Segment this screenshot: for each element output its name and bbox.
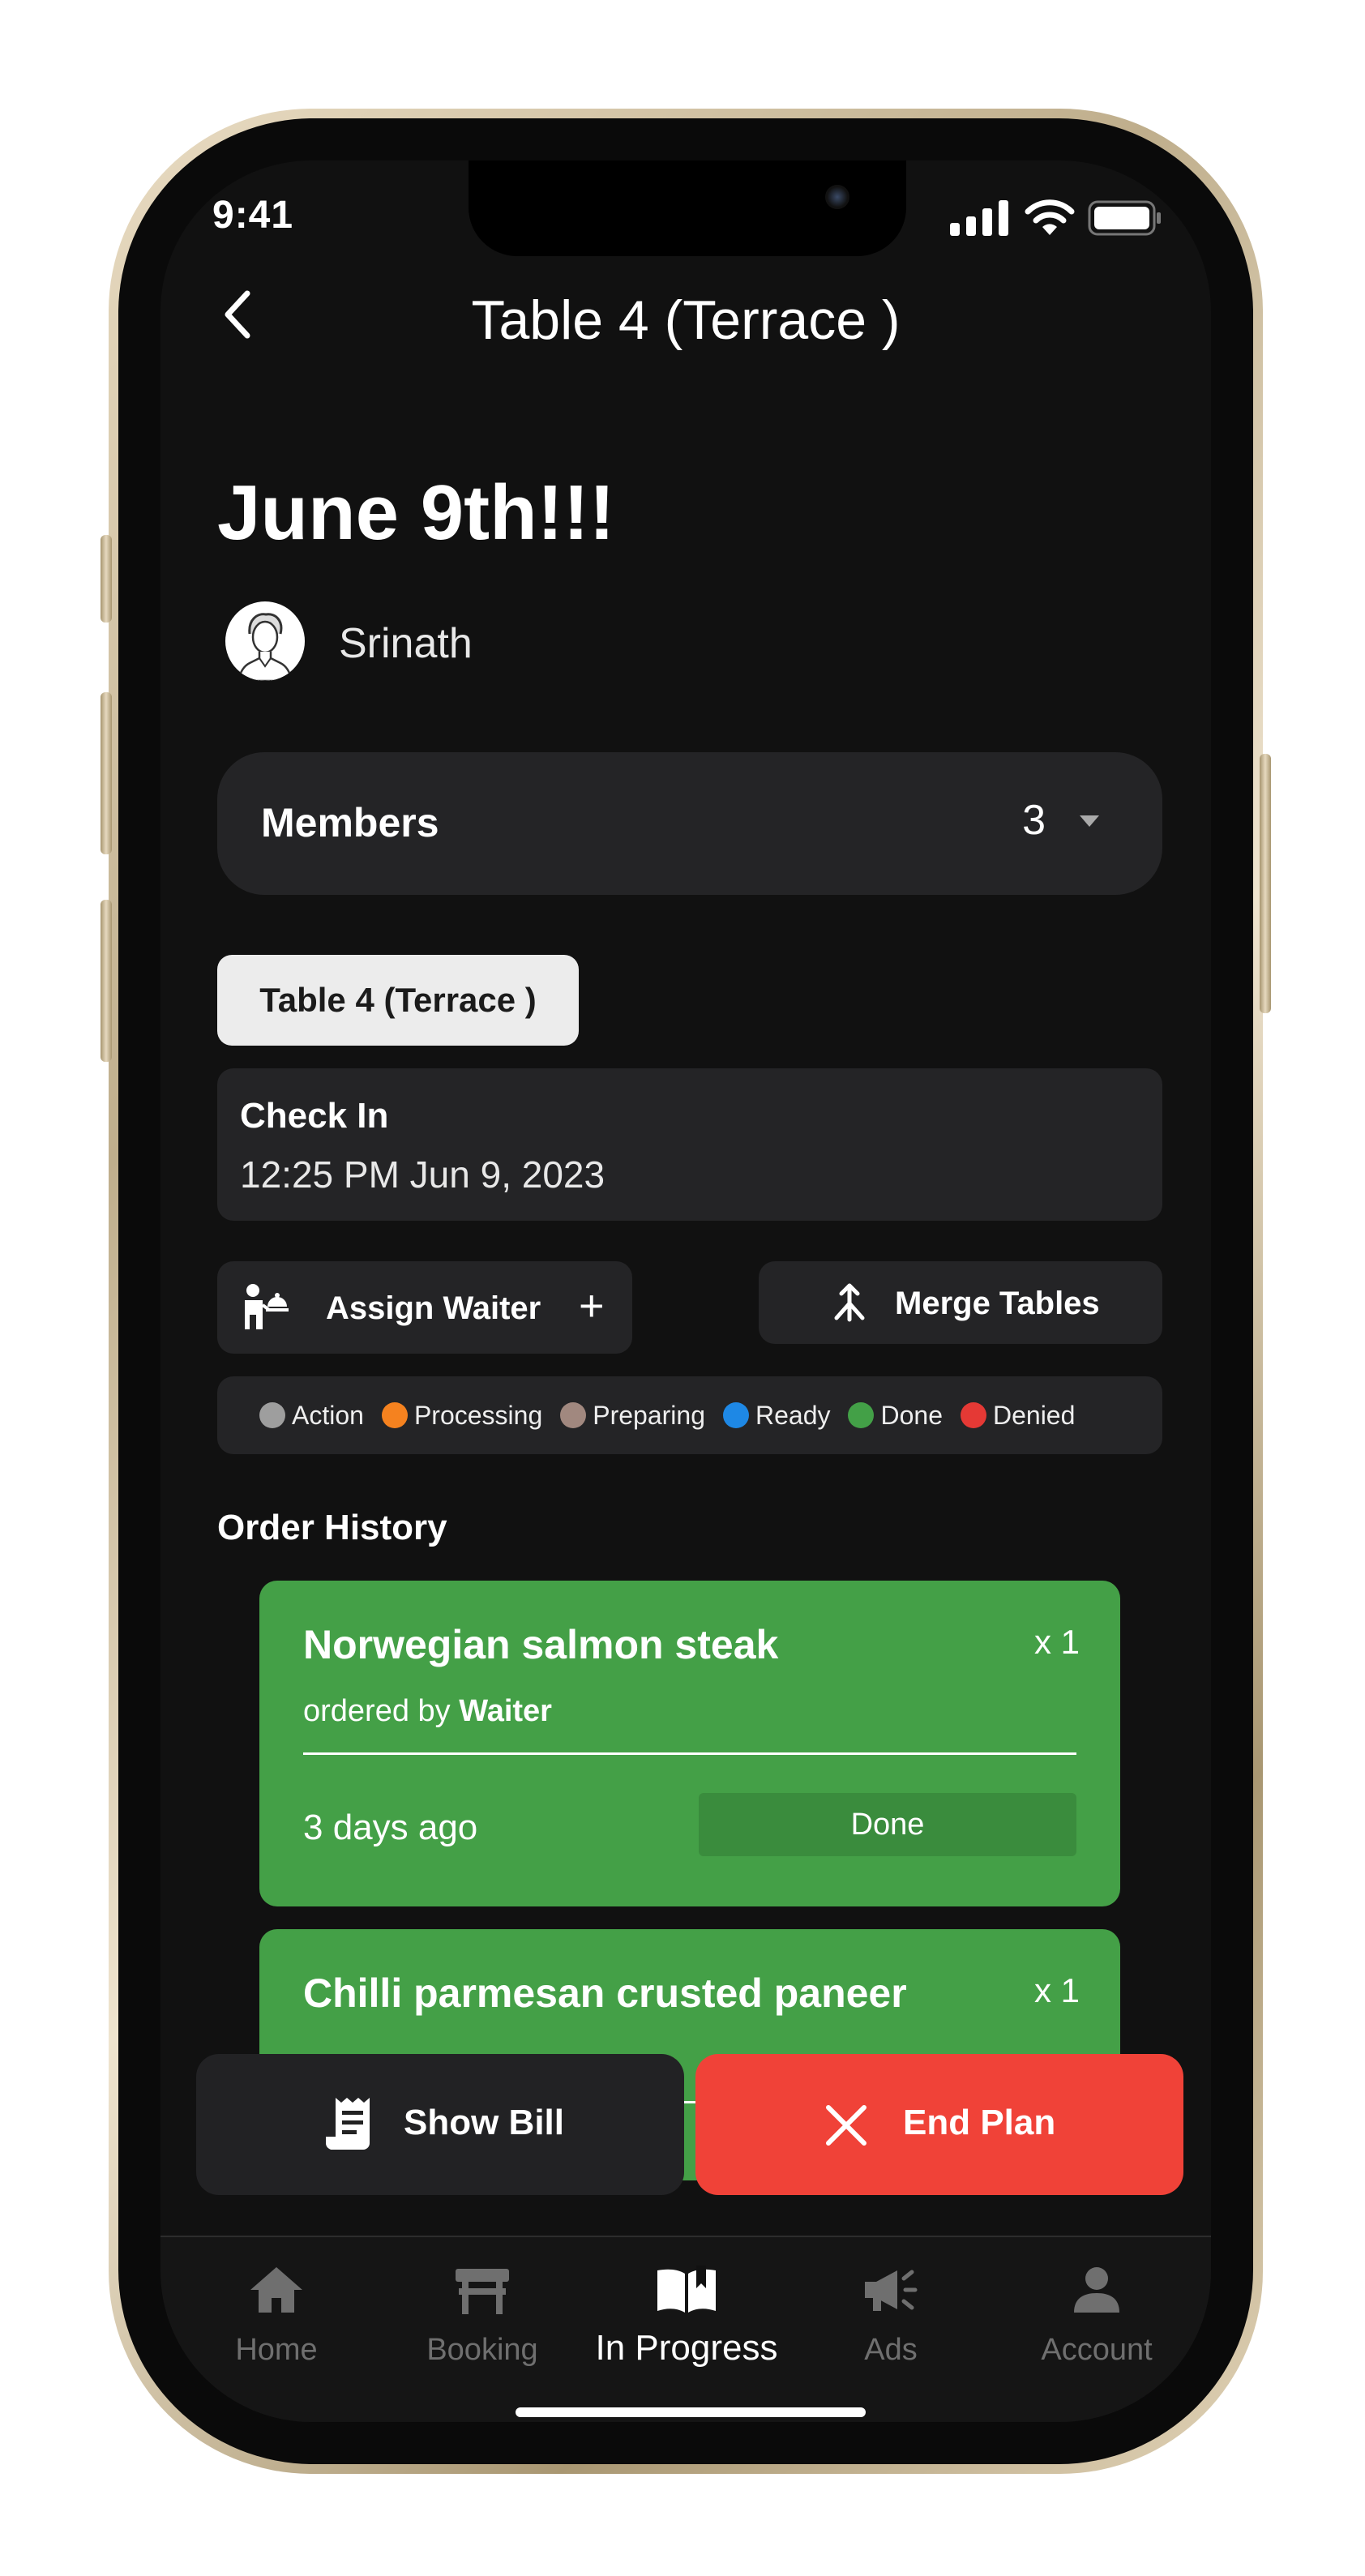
members-count: 3 xyxy=(1022,797,1046,844)
plan-title: June 9th!!! xyxy=(217,469,615,556)
order-ordered-by: ordered by Waiter xyxy=(303,1694,552,1728)
legend-item-processing: Processing xyxy=(381,1401,542,1431)
wifi-icon xyxy=(1025,199,1075,235)
order-time: 3 days ago xyxy=(303,1808,478,1847)
show-bill-label: Show Bill xyxy=(404,2103,564,2142)
tab-account[interactable]: Account xyxy=(1003,2261,1190,2368)
order-divider xyxy=(303,1752,1076,1755)
checkin-label: Check In xyxy=(240,1096,389,1136)
legend-item-action: Action xyxy=(259,1401,364,1431)
host-name: Srinath xyxy=(339,620,473,667)
order-card[interactable]: Norwegian salmon steak x 1 ordered by Wa… xyxy=(259,1581,1120,1906)
legend-item-done: Done xyxy=(848,1401,943,1431)
app-screen: 9:41 Table 4 (Terrace ) June 9th!!! Srin… xyxy=(160,160,1211,2422)
show-bill-button[interactable]: Show Bill xyxy=(196,2054,684,2195)
megaphone-icon xyxy=(865,2270,918,2311)
page-title: Table 4 (Terrace ) xyxy=(471,289,901,351)
end-plan-label: End Plan xyxy=(903,2103,1056,2142)
plus-icon: + xyxy=(579,1282,605,1330)
home-indicator[interactable] xyxy=(516,2407,866,2417)
user-portrait-icon xyxy=(226,602,304,681)
tab-in-progress[interactable]: In Progress xyxy=(593,2261,780,2368)
avatar xyxy=(225,601,305,681)
members-dropdown[interactable]: Members 3 xyxy=(217,752,1162,895)
order-status-badge: Done xyxy=(699,1793,1076,1856)
volume-down-button xyxy=(101,900,112,1062)
close-icon xyxy=(826,2105,866,2146)
front-camera xyxy=(825,185,849,209)
home-icon xyxy=(250,2267,302,2313)
signal-icon xyxy=(950,200,1008,236)
caret-down-icon xyxy=(1080,815,1099,827)
legend-item-preparing: Preparing xyxy=(560,1401,705,1431)
power-button xyxy=(1260,754,1271,1013)
receipt-icon xyxy=(326,2098,370,2150)
order-quantity: x 1 xyxy=(1033,1971,1080,2009)
notch xyxy=(469,160,906,256)
status-icons xyxy=(950,199,1162,237)
end-plan-button[interactable]: End Plan xyxy=(695,2054,1183,2195)
legend-item-ready: Ready xyxy=(722,1401,830,1431)
table-icon xyxy=(456,2269,509,2314)
checkin-card: Check In 12:25 PM Jun 9, 2023 xyxy=(217,1068,1162,1221)
merge-icon xyxy=(834,1283,865,1322)
book-icon xyxy=(657,2266,716,2313)
status-time: 9:41 xyxy=(212,194,294,237)
battery-icon xyxy=(1088,200,1161,236)
merge-tables-label: Merge Tables xyxy=(895,1286,1100,1321)
order-name: Norwegian salmon steak xyxy=(303,1622,779,1667)
status-legend: Action Processing Preparing Ready Done D… xyxy=(217,1376,1162,1454)
checkin-time: 12:25 PM Jun 9, 2023 xyxy=(240,1153,605,1196)
tab-bar: Home Booking In Progress Ads Account xyxy=(160,2236,1211,2422)
volume-up-button xyxy=(101,692,112,854)
merge-tables-button[interactable]: Merge Tables xyxy=(759,1261,1162,1344)
silent-switch xyxy=(101,535,112,623)
tab-booking[interactable]: Booking xyxy=(389,2261,576,2368)
order-name: Chilli parmesan crusted paneer xyxy=(303,1971,907,2016)
legend-item-denied: Denied xyxy=(960,1401,1075,1431)
assign-waiter-button[interactable]: Assign Waiter + xyxy=(217,1261,632,1354)
waiter-icon xyxy=(245,1284,289,1329)
assign-waiter-label: Assign Waiter xyxy=(326,1290,541,1326)
order-history-title: Order History xyxy=(217,1508,447,1547)
tab-home[interactable]: Home xyxy=(183,2261,370,2368)
tab-ads[interactable]: Ads xyxy=(798,2261,984,2368)
order-quantity: x 1 xyxy=(1033,1623,1080,1661)
members-label: Members xyxy=(261,800,439,845)
table-chip[interactable]: Table 4 (Terrace ) xyxy=(217,955,579,1046)
person-icon xyxy=(1074,2267,1119,2313)
